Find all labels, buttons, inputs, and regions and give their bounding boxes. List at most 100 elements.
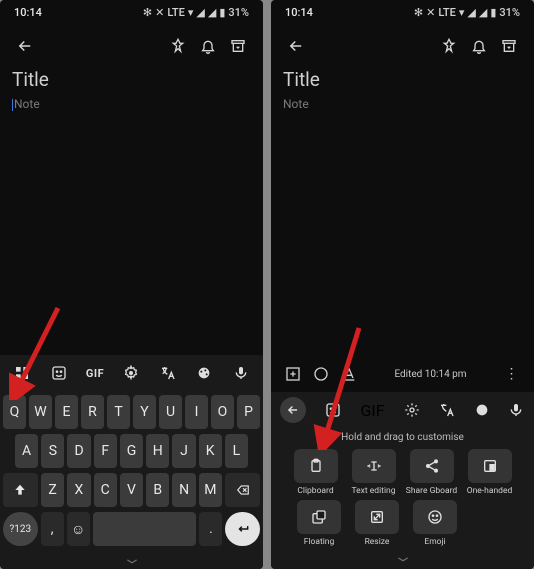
key-c[interactable]: C: [94, 473, 117, 507]
keyboard-toolbar: GIF: [0, 355, 263, 391]
panel-hint: Hold and drag to customise: [271, 428, 534, 449]
nav-handle[interactable]: [0, 553, 263, 569]
gif-icon[interactable]: GIF: [360, 401, 384, 420]
add-box-icon[interactable]: [279, 360, 307, 388]
sticker-icon[interactable]: [325, 402, 341, 418]
note-content[interactable]: Title Note: [0, 68, 263, 111]
tile-emoji: Emoji: [411, 500, 459, 547]
space-key[interactable]: [93, 512, 197, 546]
mic-icon[interactable]: [226, 358, 256, 388]
clipboard-icon[interactable]: [294, 449, 338, 483]
key-u[interactable]: U: [159, 395, 182, 429]
key-b[interactable]: B: [146, 473, 169, 507]
key-p[interactable]: P: [237, 395, 260, 429]
key-a[interactable]: A: [15, 434, 38, 468]
shift-key[interactable]: [3, 473, 38, 507]
key-q[interactable]: Q: [3, 395, 26, 429]
translate-icon[interactable]: [439, 402, 455, 418]
key-o[interactable]: O: [211, 395, 234, 429]
wifi-icon: ▾: [188, 6, 194, 19]
note-title[interactable]: Title: [12, 68, 251, 91]
more-icon[interactable]: ⋮: [498, 360, 526, 388]
key-m[interactable]: M: [199, 473, 222, 507]
tile-onehanded: One-handed: [466, 449, 514, 496]
palette-icon[interactable]: [307, 360, 335, 388]
note-body[interactable]: Note: [12, 97, 251, 111]
backspace-key[interactable]: [225, 473, 260, 507]
app-bar: [0, 24, 263, 68]
note-bottom-bar: Edited 10:14 pm ⋮: [271, 358, 534, 390]
key-y[interactable]: Y: [133, 395, 156, 429]
key-v[interactable]: V: [120, 473, 143, 507]
theme-icon[interactable]: [189, 358, 219, 388]
key-h[interactable]: H: [146, 434, 169, 468]
key-d[interactable]: D: [67, 434, 90, 468]
key-row-4: ?123 , ☺ .: [3, 512, 260, 546]
back-button[interactable]: [281, 31, 311, 61]
emoji-tile-icon[interactable]: [413, 500, 457, 534]
net-label: LTE: [167, 6, 185, 19]
archive-icon[interactable]: [223, 31, 253, 61]
key-l[interactable]: L: [225, 434, 248, 468]
battery-icon: ▮: [490, 6, 496, 19]
mic-icon[interactable]: [508, 402, 524, 418]
sticker-icon[interactable]: [44, 358, 74, 388]
pin-icon[interactable]: [163, 31, 193, 61]
key-w[interactable]: W: [29, 395, 52, 429]
dnd-icon: ✕: [426, 6, 435, 19]
key-f[interactable]: F: [94, 434, 117, 468]
note-body[interactable]: Note: [283, 97, 522, 111]
note-content[interactable]: Title Note: [271, 68, 534, 111]
key-z[interactable]: Z: [41, 473, 64, 507]
bell-icon[interactable]: [464, 31, 494, 61]
floating-icon[interactable]: [297, 500, 341, 534]
bell-icon[interactable]: [193, 31, 223, 61]
net-label: LTE: [438, 6, 456, 19]
onehanded-icon[interactable]: [468, 449, 512, 483]
tiles-row-1: Clipboard Text editing Share Gboard One-…: [271, 449, 534, 500]
key-r[interactable]: R: [81, 395, 104, 429]
key-x[interactable]: X: [67, 473, 90, 507]
note-title[interactable]: Title: [283, 68, 522, 91]
key-e[interactable]: E: [55, 395, 78, 429]
signal-icon: ◢: [467, 6, 475, 19]
nav-handle[interactable]: [271, 551, 534, 567]
key-j[interactable]: J: [172, 434, 195, 468]
status-bar: 10:14 ✻ ✕ LTE ▾ ◢ ◢ ▮ 31%: [0, 0, 263, 24]
theme-icon[interactable]: [474, 402, 490, 418]
qwerty-keyboard[interactable]: Q W E R T Y U I O P A S D F G H J K L: [0, 391, 263, 553]
archive-icon[interactable]: [494, 31, 524, 61]
tiles-row-2: Floating Resize Emoji: [271, 500, 534, 551]
translate-icon[interactable]: [153, 358, 183, 388]
back-button[interactable]: [10, 31, 40, 61]
symbols-key[interactable]: ?123: [3, 512, 38, 546]
gif-icon[interactable]: GIF: [80, 358, 110, 388]
status-time: 10:14: [285, 6, 313, 19]
textediting-icon[interactable]: [352, 449, 396, 483]
keyboard-toolbar: GIF: [271, 392, 534, 428]
period-key[interactable]: .: [199, 512, 222, 546]
share-icon[interactable]: [410, 449, 454, 483]
comma-key[interactable]: ,: [41, 512, 64, 546]
tile-clipboard: Clipboard: [292, 449, 340, 496]
key-i[interactable]: I: [185, 395, 208, 429]
text-format-icon[interactable]: [335, 360, 363, 388]
signal-icon-2: ◢: [208, 6, 216, 19]
settings-icon[interactable]: [404, 402, 420, 418]
enter-key[interactable]: [225, 512, 260, 546]
key-k[interactable]: K: [199, 434, 222, 468]
settings-icon[interactable]: [116, 358, 146, 388]
emoji-key[interactable]: ☺: [67, 512, 90, 546]
tile-label: Resize: [365, 537, 390, 547]
key-n[interactable]: N: [172, 473, 195, 507]
panel-back-button[interactable]: [280, 397, 306, 423]
key-s[interactable]: S: [41, 434, 64, 468]
key-g[interactable]: G: [120, 434, 143, 468]
grid-icon[interactable]: [7, 358, 37, 388]
wifi-icon: ▾: [459, 6, 465, 19]
key-row-3: Z X C V B N M: [3, 473, 260, 507]
key-t[interactable]: T: [107, 395, 130, 429]
tile-sharegboard: Share Gboard: [408, 449, 456, 496]
resize-icon[interactable]: [355, 500, 399, 534]
pin-icon[interactable]: [434, 31, 464, 61]
